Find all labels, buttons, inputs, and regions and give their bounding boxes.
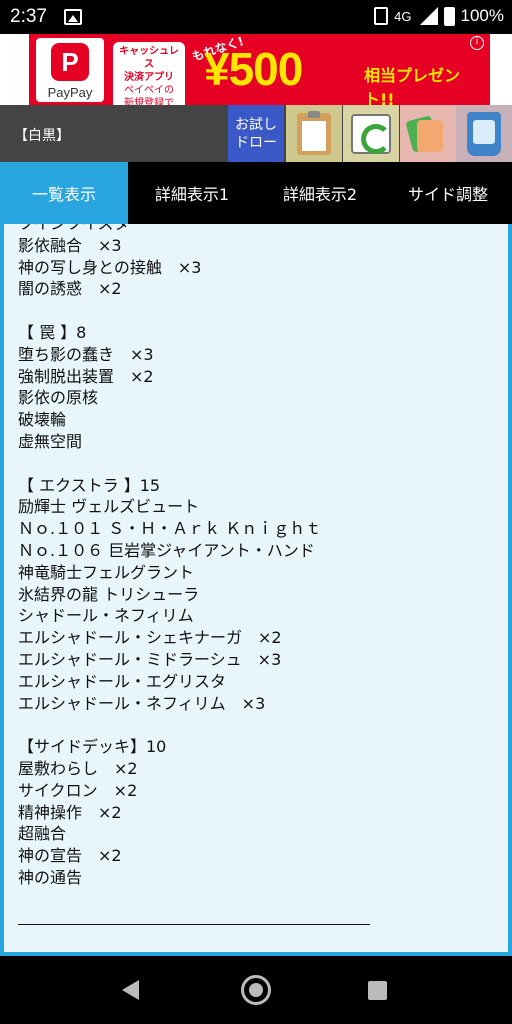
deck-line: エルシャドール・ネフィリム ×3: [18, 693, 266, 713]
signal-icon: [418, 7, 438, 25]
ad-info-icon[interactable]: i: [470, 36, 484, 50]
deck-line: 【 罠 】8: [18, 322, 87, 342]
deck-line: [18, 300, 321, 322]
deck-line: [18, 453, 321, 475]
test-draw-label: ドロー: [235, 134, 277, 151]
deck-line: 神竜騎士フェルグラント: [18, 562, 195, 582]
deck-line: 氷結界の龍 トリシューラ: [18, 584, 200, 604]
deck-line: [18, 714, 321, 736]
paypay-logo-icon: P: [51, 43, 89, 81]
deck-line: 強制脱出装置 ×2: [18, 366, 154, 386]
back-icon[interactable]: [122, 980, 139, 1000]
deck-line: 闇の誘惑 ×2: [18, 279, 122, 299]
deck-line: 影依の原核: [18, 388, 99, 408]
delete-button[interactable]: [456, 105, 512, 162]
vibrate-icon: [374, 7, 389, 25]
trash-icon: [467, 111, 501, 156]
deck-line: 破壊輪: [18, 410, 67, 430]
ad-brand: PayPay: [47, 85, 93, 100]
tab-side-adjust[interactable]: サイド調整: [384, 162, 512, 224]
deck-list-panel[interactable]: ツインツイスター影依融合 ×3神の写し身との接触 ×3闇の誘惑 ×2 【 罠 】8…: [4, 224, 508, 952]
deck-line: Ｎｏ.１０６ 巨岩掌ジャイアント・ハンド: [18, 540, 315, 560]
tab-detail-view-2[interactable]: 詳細表示2: [256, 162, 384, 224]
paypay-logo-box: P PayPay: [36, 38, 104, 102]
clipboard-icon: [297, 110, 331, 155]
ad-copy: キャッシュレス 決済アプリ ペイペイの 新規登録で: [113, 42, 185, 113]
toolbar: 【白黒】 お試し ドロー: [0, 105, 512, 162]
deck-title: 【白黒】: [14, 128, 70, 144]
deck-line: シャドール・ネフィリム: [18, 606, 194, 626]
deck-line: エルシャドール・エグリスタ: [18, 671, 227, 691]
deck-line: 影依融合 ×3: [18, 235, 122, 255]
ad-creative[interactable]: P PayPay キャッシュレス 決済アプリ ペイペイの 新規登録で もれなく!…: [29, 34, 490, 113]
ad-copy-line: キャッシュレス: [119, 46, 179, 70]
ad-tail: 相当プレゼント!!: [364, 66, 461, 109]
edit-deck-button[interactable]: [286, 105, 342, 162]
ad-copy-line: 決済アプリ: [124, 72, 174, 83]
deck-line: 堕ち影の蠢き ×3: [18, 344, 154, 364]
cards-icon: [405, 114, 447, 154]
ad-banner[interactable]: P PayPay キャッシュレス 決済アプリ ペイペイの 新規登録で もれなく!…: [0, 34, 512, 113]
deck-line: サイクロン ×2: [18, 780, 138, 800]
test-draw-button[interactable]: お試し ドロー: [228, 105, 284, 162]
content-frame: ツインツイスター影依融合 ×3神の写し身との接触 ×3闇の誘惑 ×2 【 罠 】8…: [0, 224, 512, 956]
home-icon[interactable]: [241, 975, 271, 1005]
status-bar: 2:37 4G 100%: [0, 0, 512, 34]
deck-line: 【サイドデッキ】10: [18, 737, 167, 757]
deck-line: ツインツイスター: [18, 224, 321, 235]
deck-line: Ｎｏ.１０１ Ｓ・Ｈ・Ａｒｋ Ｋｎｉｇｈｔ: [18, 519, 322, 539]
network-type: 4G: [394, 8, 412, 24]
deck-line: エルシャドール・シェキナーガ ×2: [18, 628, 282, 648]
ad-price: ¥500: [204, 43, 303, 95]
status-indicators: 4G 100%: [374, 6, 504, 26]
battery-level: 100%: [460, 6, 504, 25]
ad-copy-line: ペイペイの: [124, 85, 174, 96]
test-draw-label: お試し: [235, 116, 277, 133]
deck-list: ツインツイスター影依融合 ×3神の写し身との接触 ×3闇の誘惑 ×2 【 罠 】8…: [18, 224, 321, 889]
battery-icon: [443, 6, 455, 26]
tab-list-view[interactable]: 一覧表示: [0, 162, 128, 224]
divider: [18, 924, 370, 925]
deck-line: 励輝士 ヴェルズビュート: [18, 497, 200, 517]
tab-bar: 一覧表示 詳細表示1 詳細表示2 サイド調整: [0, 162, 512, 224]
deck-line: 虚無空間: [18, 431, 83, 451]
cards-button[interactable]: [400, 105, 456, 162]
status-time: 2:37: [10, 6, 47, 27]
deck-line: 屋敷わらし ×2: [18, 758, 138, 778]
image-notification-icon: [64, 9, 82, 25]
recent-apps-icon[interactable]: [368, 981, 387, 1000]
tab-detail-view-1[interactable]: 詳細表示1: [128, 162, 256, 224]
refresh-icon: [351, 113, 391, 154]
deck-line: 【 エクストラ 】15: [18, 475, 161, 495]
system-nav-bar: [0, 956, 512, 1024]
deck-line: 神の通告: [18, 867, 83, 887]
deck-line: 神の写し身との接触 ×3: [18, 257, 202, 277]
deck-line: 超融合: [18, 824, 67, 844]
deck-line: エルシャドール・ミドラーシュ ×3: [18, 649, 282, 669]
shuffle-button[interactable]: [343, 105, 399, 162]
deck-line: 神の宣告 ×2: [18, 846, 122, 866]
deck-line: 精神操作 ×2: [18, 802, 122, 822]
